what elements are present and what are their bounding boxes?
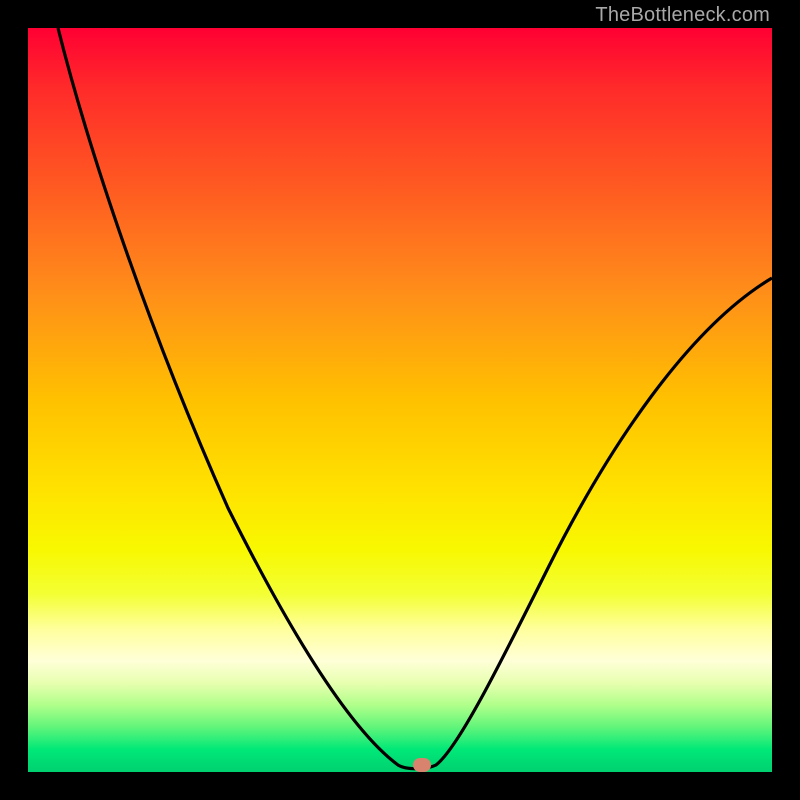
bottleneck-curve: [58, 28, 772, 769]
optimal-point-marker: [413, 758, 431, 772]
chart-curve-svg: [28, 28, 772, 772]
chart-frame: TheBottleneck.com: [0, 0, 800, 800]
watermark-text: TheBottleneck.com: [595, 4, 770, 27]
